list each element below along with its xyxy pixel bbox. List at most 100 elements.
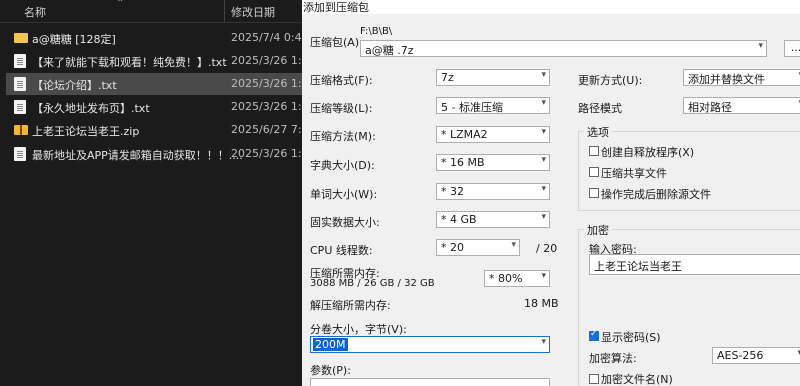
- dictionary-value: * 16 MB: [441, 156, 485, 169]
- chevron-down-icon: ▾: [541, 127, 546, 137]
- threads-label: CPU 线程数:: [310, 244, 373, 257]
- browse-label: ...: [790, 41, 800, 54]
- archive-path: F:\B\B\: [360, 26, 393, 37]
- update-mode-label: 更新方式(U):: [578, 74, 643, 87]
- memory-percent-select[interactable]: * 80% ▾: [484, 270, 550, 287]
- file-row[interactable]: 最新地址及APP请发邮箱自动获取！！！.... 2025/3/26 1:08: [6, 143, 302, 165]
- encrypt-names-checkbox[interactable]: [589, 374, 599, 384]
- column-header-name[interactable]: 名称: [24, 4, 46, 20]
- chevron-down-icon: ▾: [541, 184, 546, 194]
- delete-after-checkbox[interactable]: [589, 188, 599, 198]
- threads-value: * 20: [441, 241, 464, 254]
- add-to-archive-dialog: 添加到压缩包 压缩包(A) F:\B\B\ a@糖 .7z ▾ ... 压缩格式…: [302, 0, 800, 386]
- chevron-down-icon: ▾: [541, 212, 546, 222]
- chevron-down-icon: ▾: [541, 70, 546, 80]
- solid-size-value: * 4 GB: [441, 213, 477, 226]
- chevron-down-icon: ▾: [541, 155, 546, 165]
- file-date: 2025/3/26 1:07: [231, 54, 302, 67]
- explorer-header: ⌃ 名称 修改日期: [0, 0, 302, 23]
- level-label: 压缩等级(L):: [310, 102, 373, 115]
- folder-icon: [14, 33, 28, 43]
- dictionary-label: 字典大小(D):: [310, 159, 375, 172]
- column-header-date[interactable]: 修改日期: [231, 4, 275, 20]
- archive-label: 压缩包(A): [310, 36, 360, 49]
- encryption-method-label: 加密算法:: [589, 352, 637, 365]
- file-name: 【来了就能下载和观看！纯免费！】.txt: [32, 56, 227, 69]
- threads-select[interactable]: * 20 ▾: [436, 239, 520, 256]
- params-input[interactable]: [310, 378, 550, 386]
- solid-size-label: 固实数据大小:: [310, 216, 380, 229]
- word-size-label: 单词大小(W):: [310, 188, 378, 201]
- chevron-down-icon: ▾: [541, 98, 546, 108]
- dialog-titlebar[interactable]: 添加到压缩包: [302, 0, 800, 14]
- shared-files-checkbox[interactable]: [589, 167, 599, 177]
- file-date: 2025/7/4 0:42: [231, 31, 302, 44]
- sfx-checkbox[interactable]: [589, 146, 599, 156]
- split-size-combo[interactable]: 200M ▾: [310, 336, 550, 353]
- shared-files-label[interactable]: 压缩共享文件: [601, 165, 667, 181]
- file-name: 【永久地址发布页】.txt: [32, 102, 150, 115]
- text-file-icon: [14, 100, 26, 114]
- path-mode-label: 路径模式: [578, 102, 622, 115]
- split-label: 分卷大小，字节(V):: [310, 323, 407, 336]
- update-mode-select[interactable]: 添加并替换文件 ▾: [683, 69, 800, 86]
- show-password-label[interactable]: 显示密码(S): [601, 329, 661, 345]
- format-select[interactable]: 7z ▾: [436, 69, 550, 86]
- zip-archive-icon: [14, 125, 28, 135]
- memory-detail: 3088 MB / 26 GB / 32 GB: [310, 278, 435, 289]
- chevron-up-icon[interactable]: ⌃: [116, 0, 124, 9]
- file-explorer: ⌃ 名称 修改日期 a@糖糖 [128定] 2025/7/4 0:42 【来了就…: [0, 0, 302, 386]
- level-select[interactable]: 5 - 标准压缩 ▾: [436, 97, 550, 114]
- password-input[interactable]: 上老王论坛当老王: [589, 254, 800, 275]
- method-label: 压缩方法(M):: [310, 130, 376, 143]
- file-row[interactable]: a@糖糖 [128定] 2025/7/4 0:42: [6, 27, 302, 49]
- word-size-value: * 32: [441, 185, 464, 198]
- text-file-icon: [14, 77, 26, 91]
- path-mode-value: 相对路径: [688, 101, 732, 114]
- chevron-down-icon: ▾: [541, 271, 546, 281]
- method-value: * LZMA2: [441, 128, 488, 141]
- dictionary-select[interactable]: * 16 MB ▾: [436, 154, 550, 171]
- path-mode-select[interactable]: 相对路径 ▾: [683, 97, 800, 114]
- decompress-memory-label: 解压缩所需内存:: [310, 299, 391, 312]
- encryption-method-select[interactable]: AES-256 ▾: [712, 347, 800, 364]
- params-label: 参数(P):: [310, 364, 351, 377]
- browse-button[interactable]: ...: [784, 40, 800, 57]
- chevron-down-icon[interactable]: ▾: [541, 337, 546, 347]
- delete-after-label[interactable]: 操作完成后删除源文件: [601, 186, 711, 202]
- word-size-select[interactable]: * 32 ▾: [436, 183, 550, 200]
- chevron-down-icon: ▾: [511, 240, 516, 250]
- archive-name-value: a@糖 .7z: [365, 44, 414, 57]
- archive-name-combo[interactable]: a@糖 .7z ▾: [360, 40, 767, 57]
- file-row-selected[interactable]: 【论坛介绍】.txt 2025/3/26 1:08: [6, 73, 302, 95]
- split-size-value: 200M: [313, 338, 348, 351]
- dialog-title: 添加到压缩包: [303, 1, 369, 14]
- sfx-label[interactable]: 创建自释放程序(X): [601, 144, 694, 160]
- format-label: 压缩格式(F):: [310, 74, 373, 87]
- file-row[interactable]: 【来了就能下载和观看！纯免费！】.txt 2025/3/26 1:07: [6, 50, 302, 72]
- method-select[interactable]: * LZMA2 ▾: [436, 126, 550, 143]
- text-file-icon: [14, 54, 26, 68]
- encryption-title: 加密: [584, 222, 612, 238]
- file-date: 2025/3/26 1:08: [231, 77, 302, 90]
- encrypt-names-label[interactable]: 加密文件名(N): [601, 371, 673, 386]
- memory-percent-value: * 80%: [489, 272, 523, 285]
- file-name: 【论坛介绍】.txt: [32, 79, 117, 92]
- update-mode-value: 添加并替换文件: [688, 73, 765, 86]
- solid-size-select[interactable]: * 4 GB ▾: [436, 211, 550, 228]
- file-date: 2025/6/27 7:37: [231, 123, 302, 136]
- file-row[interactable]: 【永久地址发布页】.txt 2025/3/26 1:08: [6, 96, 302, 118]
- file-name: a@糖糖 [128定]: [32, 33, 116, 46]
- file-date: 2025/3/26 1:08: [231, 100, 302, 113]
- level-value: 5 - 标准压缩: [441, 101, 503, 114]
- file-date: 2025/3/26 1:08: [231, 147, 302, 160]
- text-file-icon: [14, 147, 26, 161]
- show-password-checkbox[interactable]: [589, 329, 599, 341]
- column-divider[interactable]: [224, 0, 225, 22]
- file-row[interactable]: 上老王论坛当老王.zip 2025/6/27 7:37: [6, 119, 302, 141]
- file-name: 最新地址及APP请发邮箱自动获取！！！....: [32, 149, 243, 162]
- format-value: 7z: [441, 71, 454, 84]
- chevron-down-icon[interactable]: ▾: [758, 41, 763, 51]
- options-title: 选项: [584, 124, 612, 140]
- decompress-memory-value: 18 MB: [524, 297, 559, 310]
